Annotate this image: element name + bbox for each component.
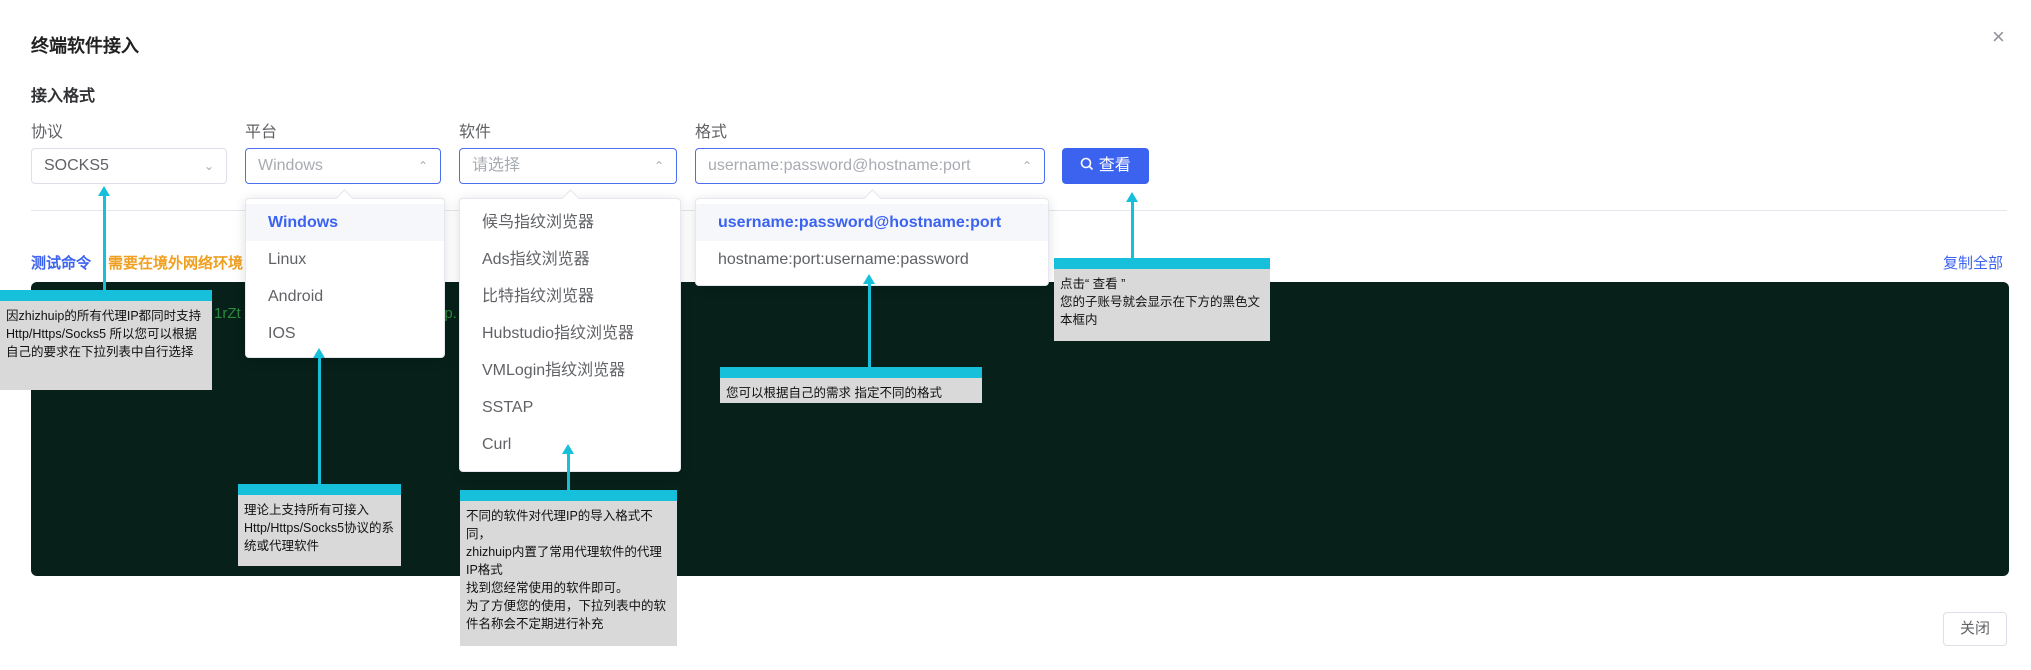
- search-icon: [1080, 157, 1094, 171]
- copy-all-link[interactable]: 复制全部: [1943, 252, 2003, 273]
- format-option[interactable]: username:password@hostname:port: [696, 204, 1048, 241]
- platform-label: 平台: [245, 124, 278, 141]
- callout-line: [318, 356, 321, 484]
- software-callout: 不同的软件对代理IP的导入格式不同， zhizhuip内置了常用代理软件的代理I…: [460, 490, 677, 646]
- format-select-value: username:password@hostname:port: [708, 157, 971, 174]
- software-option[interactable]: SSTAP: [460, 389, 680, 426]
- platform-option[interactable]: Android: [246, 278, 444, 315]
- callout-line: [567, 452, 570, 490]
- platform-option[interactable]: Linux: [246, 241, 444, 278]
- command-text-fragment: 1rZt: [214, 305, 241, 322]
- protocol-callout: 因zhizhuip的所有代理IP都同时支持Http/Https/Socks5 所…: [0, 290, 212, 390]
- view-button[interactable]: 查看: [1062, 148, 1149, 184]
- arrow-up-icon: [863, 274, 875, 284]
- protocol-select-value: SOCKS5: [44, 157, 109, 174]
- callout-line: [868, 282, 871, 368]
- format-dropdown: username:password@hostname:port hostname…: [695, 189, 1049, 286]
- platform-select[interactable]: Windows ⌃: [245, 148, 441, 184]
- software-select-placeholder: 请选择: [472, 157, 521, 174]
- format-callout: 您可以根据自己的需求 指定不同的格式: [720, 367, 982, 403]
- platform-option[interactable]: IOS: [246, 315, 444, 352]
- arrow-up-icon: [98, 186, 110, 196]
- close-icon[interactable]: ×: [1992, 24, 2005, 50]
- close-button[interactable]: 关闭: [1943, 612, 2007, 646]
- view-callout: 点击“ 查看 ” 您的子账号就会显示在下方的黑色文本框内: [1054, 258, 1270, 341]
- software-option[interactable]: Ads指纹浏览器: [460, 241, 680, 278]
- chevron-down-icon: ⌄: [203, 159, 214, 173]
- software-label: 软件: [459, 124, 492, 141]
- software-dropdown: 候鸟指纹浏览器 Ads指纹浏览器 比特指纹浏览器 Hubstudio指纹浏览器 …: [459, 189, 681, 472]
- arrow-up-icon: [313, 348, 325, 358]
- software-option[interactable]: VMLogin指纹浏览器: [460, 352, 680, 389]
- dialog-title: 终端软件接入: [31, 36, 139, 56]
- format-select[interactable]: username:password@hostname:port ⌃: [695, 148, 1045, 184]
- format-option[interactable]: hostname:port:username:password: [696, 241, 1048, 278]
- chevron-up-icon: ⌃: [653, 159, 664, 173]
- chevron-up-icon: ⌃: [1021, 159, 1032, 173]
- callout-line: [1131, 200, 1134, 258]
- software-option[interactable]: 候鸟指纹浏览器: [460, 204, 680, 241]
- platform-dropdown: Windows Linux Android IOS: [245, 189, 445, 358]
- test-command-label: 测试命令: [31, 255, 92, 272]
- platform-option[interactable]: Windows: [246, 204, 444, 241]
- platform-callout: 理论上支持所有可接入Http/Https/Socks5协议的系统或代理软件: [238, 484, 401, 566]
- software-select[interactable]: 请选择 ⌃: [459, 148, 677, 184]
- arrow-up-icon: [562, 444, 574, 454]
- callout-line: [103, 194, 106, 290]
- arrow-up-icon: [1126, 192, 1138, 202]
- software-option[interactable]: Hubstudio指纹浏览器: [460, 315, 680, 352]
- network-warning: 需要在境外网络环境: [108, 255, 244, 272]
- chevron-up-icon: ⌃: [417, 159, 428, 173]
- platform-select-value: Windows: [258, 157, 323, 174]
- protocol-label: 协议: [31, 124, 64, 141]
- software-option[interactable]: 比特指纹浏览器: [460, 278, 680, 315]
- protocol-select[interactable]: SOCKS5 ⌄: [31, 148, 227, 184]
- format-label: 格式: [695, 124, 728, 141]
- section-title: 接入格式: [31, 88, 96, 105]
- view-button-label: 查看: [1098, 157, 1131, 174]
